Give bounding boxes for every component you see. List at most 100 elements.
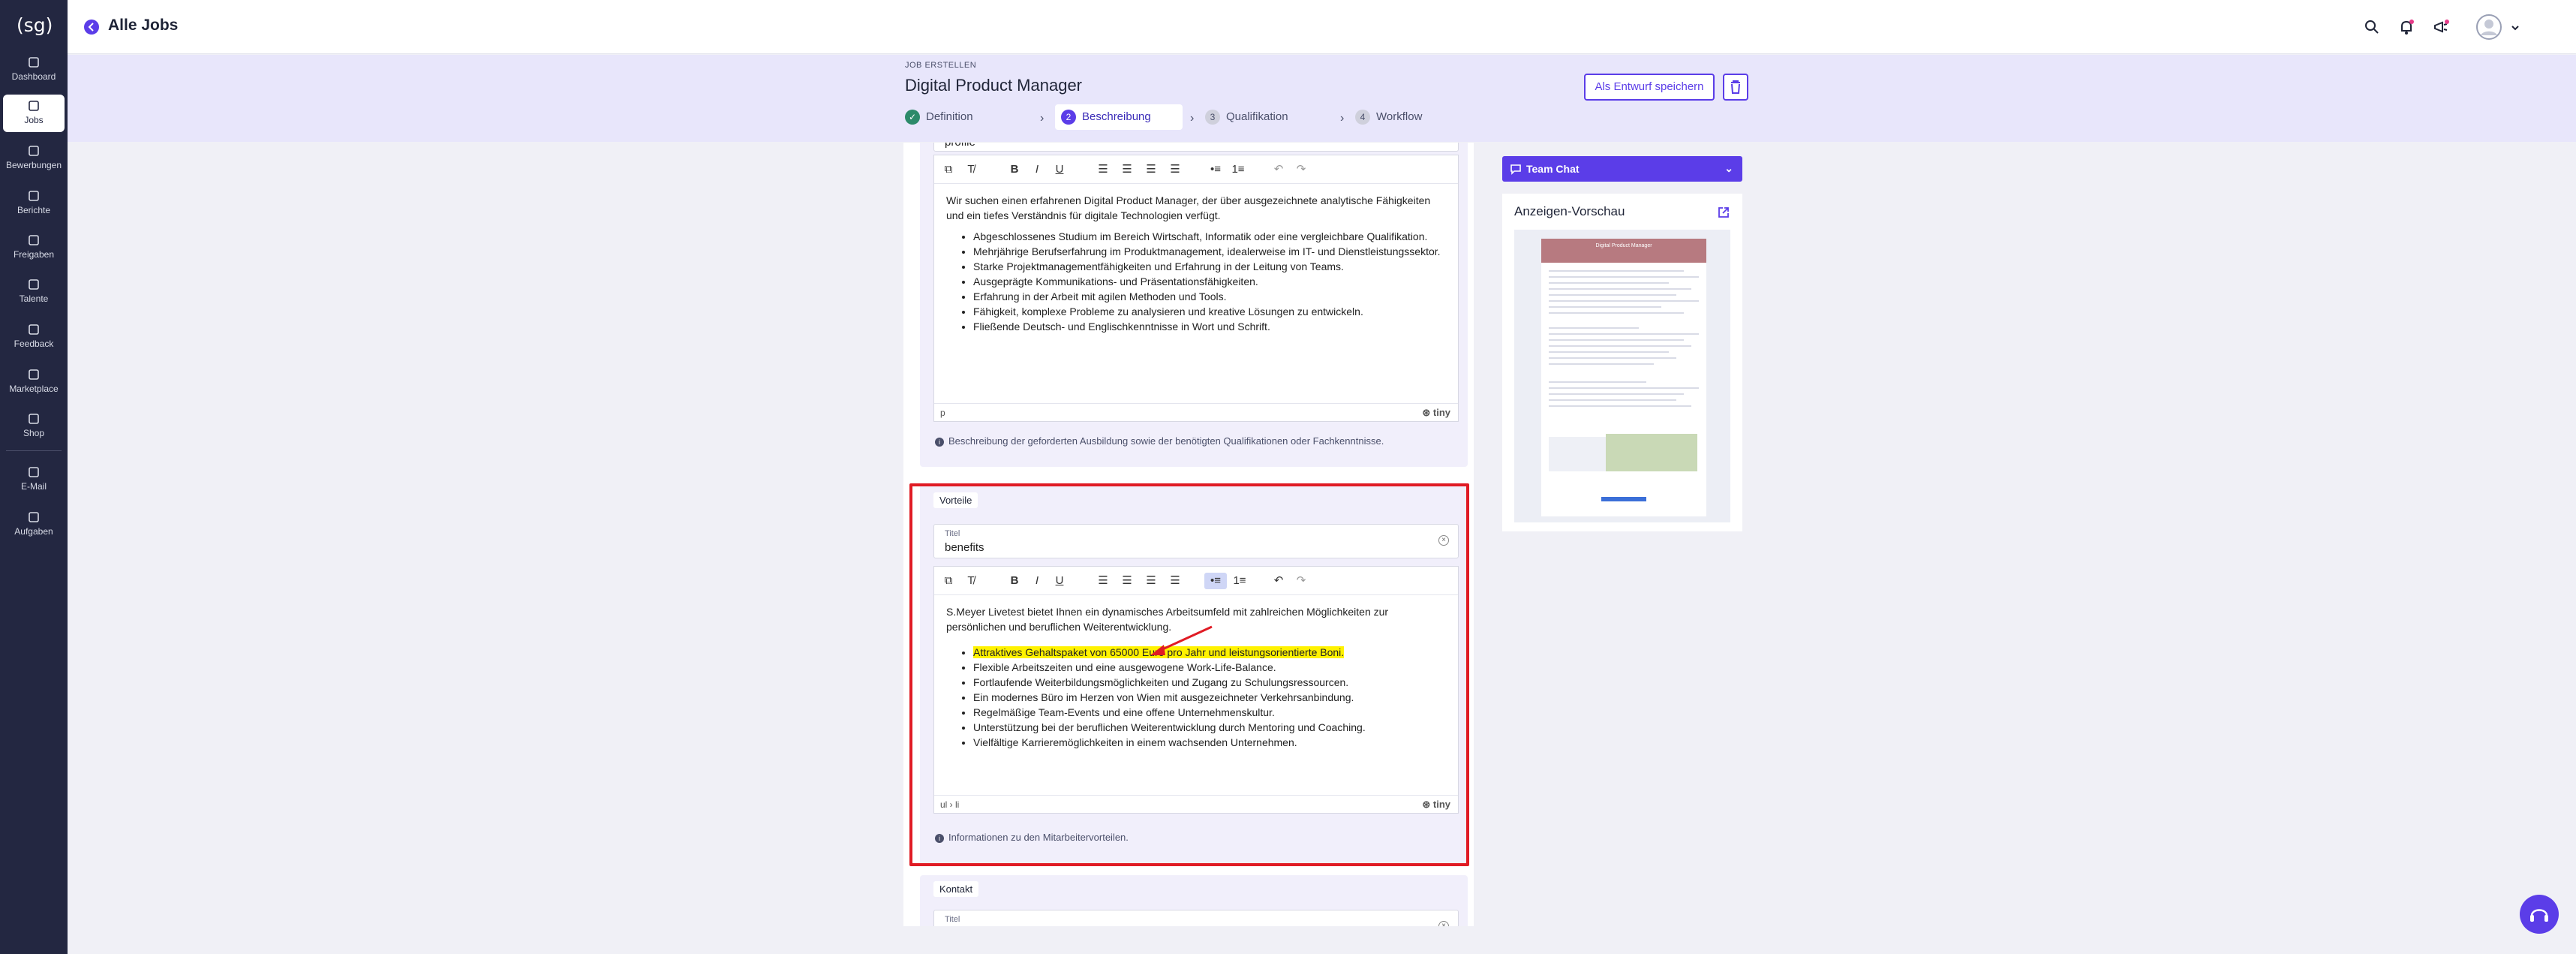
align-justify-icon[interactable]: ☰	[1167, 573, 1183, 589]
list-item: Fließende Deutsch- und Englischkenntniss…	[973, 319, 1446, 334]
top-icons	[2363, 14, 2558, 41]
bold-icon[interactable]: B	[1006, 573, 1023, 589]
chevron-down-icon: ⌄	[1724, 162, 1733, 174]
preview-map	[1606, 434, 1697, 471]
section-label: JOB ERSTELLEN	[905, 61, 977, 70]
benefits-editor[interactable]: ⧉ T̸ B I U ☰ ☰ ☰ ☰ •≡ 1≡ ↶ ↷ S.Meyer Liv…	[933, 566, 1459, 814]
clear-icon[interactable]: ×	[1438, 535, 1449, 546]
profile-title-value: profile	[945, 143, 975, 149]
step-number: 3	[1205, 110, 1220, 125]
chat-report-icon	[29, 191, 39, 201]
bullet-list-icon[interactable]: •≡	[1204, 573, 1227, 589]
feedback-icon	[29, 324, 39, 335]
preview-page: Digital Product Manager	[1541, 239, 1706, 516]
list-item: Abgeschlossenes Studium im Bereich Wirts…	[973, 229, 1446, 244]
bullet-list-icon[interactable]: •≡	[1207, 161, 1224, 178]
list-item: Unterstützung bei der beruflichen Weiter…	[973, 720, 1446, 735]
step-qualifikation[interactable]: 3 Qualifikation	[1205, 104, 1325, 130]
chevron-down-icon[interactable]	[2510, 23, 2520, 33]
list-item: Mehrjährige Berufserfahrung im Produktma…	[973, 244, 1446, 259]
list-item: Erfahrung in der Arbeit mit agilen Metho…	[973, 289, 1446, 304]
sidebar-item-talente[interactable]: Talente	[3, 273, 65, 311]
align-center-icon[interactable]: ☰	[1119, 573, 1135, 589]
align-left-icon[interactable]: ☰	[1095, 573, 1111, 589]
dashboard-icon	[29, 57, 39, 68]
field-value: benefits	[945, 541, 984, 554]
tiny-label: tiny	[1432, 799, 1450, 810]
step-beschreibung[interactable]: 2 Beschreibung	[1055, 104, 1183, 130]
team-chat-label: Team Chat	[1526, 163, 1580, 175]
bold-icon[interactable]: B	[1006, 161, 1023, 178]
profile-title-field[interactable]: profile	[933, 143, 1459, 152]
sidebar-item-label: Jobs	[24, 115, 44, 125]
underline-icon[interactable]: U	[1051, 161, 1068, 178]
benefits-title-field[interactable]: Titel benefits ×	[933, 524, 1459, 558]
save-draft-button[interactable]: Als Entwurf speichern	[1584, 74, 1715, 101]
sidebar-item-feedback[interactable]: Feedback	[3, 318, 65, 356]
undo-icon[interactable]: ↶	[1270, 161, 1287, 178]
tiny-label: tiny	[1432, 407, 1450, 418]
sidebar-item-aufgaben[interactable]: Aufgaben	[3, 506, 65, 543]
preview-banner: Digital Product Manager	[1541, 239, 1706, 263]
align-right-icon[interactable]: ☰	[1143, 573, 1159, 589]
delete-button[interactable]	[1723, 74, 1748, 101]
contact-section: Kontakt Titel ×	[920, 875, 1468, 926]
sidebar: (sg) Dashboard Jobs Bewerbungen Berichte Fre…	[0, 0, 68, 954]
step-workflow[interactable]: 4 Workflow	[1355, 104, 1453, 130]
list-item: Regelmäßige Team-Events und eine offene …	[973, 705, 1446, 720]
contact-title-field[interactable]: Titel ×	[933, 910, 1459, 926]
benefits-status-bar: ul › li ⊛ tiny	[934, 795, 1458, 813]
benefits-editor-content[interactable]: S.Meyer Livetest bietet Ihnen ein dynami…	[934, 595, 1458, 759]
help-button[interactable]	[2520, 895, 2559, 934]
team-chat-bar[interactable]: Team Chat ⌄	[1502, 156, 1742, 182]
sidebar-item-freigaben[interactable]: Freigaben	[3, 229, 65, 266]
clear-format-icon[interactable]: T̸	[963, 161, 979, 178]
profile-editor-toolbar: ⧉ T̸ B I U ☰ ☰ ☰ ☰ •≡ 1≡ ↶ ↷	[934, 155, 1458, 184]
sidebar-item-label: Talente	[19, 293, 49, 304]
preview-thumbnail[interactable]: Digital Product Manager	[1514, 230, 1730, 522]
underline-icon[interactable]: U	[1051, 573, 1068, 589]
step-number: ✓	[905, 110, 920, 125]
profile-editor-content[interactable]: Wir suchen einen erfahrenen Digital Prod…	[934, 184, 1458, 343]
profile-editor[interactable]: ⧉ T̸ B I U ☰ ☰ ☰ ☰ •≡ 1≡ ↶ ↷ Wir suchen …	[933, 155, 1459, 422]
search-icon[interactable]	[2363, 18, 2381, 36]
step-label: Beschreibung	[1082, 110, 1151, 124]
sidebar-item-jobs[interactable]: Jobs	[3, 95, 65, 132]
italic-icon[interactable]: I	[1029, 573, 1045, 589]
sidebar-item-label: E-Mail	[20, 481, 47, 492]
numbered-list-icon[interactable]: 1≡	[1231, 573, 1248, 589]
sidebar-item-dashboard[interactable]: Dashboard	[3, 51, 65, 89]
sidebar-item-shop[interactable]: Shop	[3, 408, 65, 445]
back-button[interactable]	[84, 20, 99, 35]
megaphone-icon[interactable]	[2432, 18, 2450, 36]
external-link-icon[interactable]	[1717, 206, 1730, 219]
align-right-icon[interactable]: ☰	[1143, 161, 1159, 178]
align-justify-icon[interactable]: ☰	[1167, 161, 1183, 178]
app-logo[interactable]: (sg)	[17, 11, 53, 41]
avatar-icon[interactable]	[2475, 14, 2502, 41]
tiny-logo: ⊛ tiny	[1422, 799, 1450, 810]
align-center-icon[interactable]: ☰	[1119, 161, 1135, 178]
italic-icon[interactable]: I	[1029, 161, 1045, 178]
copy-icon[interactable]: ⧉	[940, 161, 957, 178]
marketplace-icon	[29, 369, 39, 380]
sidebar-item-e-mail[interactable]: E-Mail	[3, 461, 65, 498]
sidebar-item-label: Shop	[23, 428, 45, 438]
benefits-hint: i Informationen zu den Mitarbeitervorteil…	[935, 832, 1129, 843]
redo-icon[interactable]: ↷	[1293, 573, 1309, 589]
numbered-list-icon[interactable]: 1≡	[1230, 161, 1246, 178]
sidebar-item-label: Marketplace	[9, 384, 59, 394]
redo-icon[interactable]: ↷	[1293, 161, 1309, 178]
sidebar-item-bewerbungen[interactable]: Bewerbungen	[3, 140, 65, 177]
step-definition[interactable]: ✓ Definition	[905, 104, 1017, 130]
tasks-icon	[29, 512, 39, 522]
clear-icon[interactable]: ×	[1438, 921, 1449, 926]
copy-icon[interactable]: ⧉	[940, 573, 957, 589]
ad-preview: Anzeigen-Vorschau Digital Product Manage…	[1502, 194, 1742, 531]
undo-icon[interactable]: ↶	[1270, 573, 1287, 589]
clear-format-icon[interactable]: T̸	[963, 573, 979, 589]
bell-icon[interactable]	[2397, 18, 2415, 36]
sidebar-item-marketplace[interactable]: Marketplace	[3, 363, 65, 401]
align-left-icon[interactable]: ☰	[1095, 161, 1111, 178]
sidebar-item-berichte[interactable]: Berichte	[3, 185, 65, 222]
